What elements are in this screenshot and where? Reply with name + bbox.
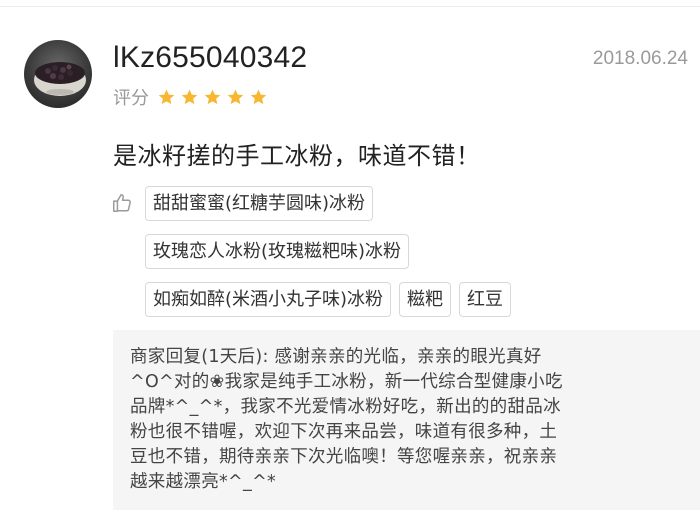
dish-tags: 甜甜蜜蜜(红糖芋圆味)冰粉 玫瑰恋人冰粉(玫瑰糍粑味)冰粉 如痴如醉(米酒小丸子味)… xyxy=(145,186,519,330)
tag-row: 甜甜蜜蜜(红糖芋圆味)冰粉 xyxy=(145,186,519,221)
star-rating xyxy=(157,88,272,107)
avatar[interactable] xyxy=(24,40,92,108)
reply-line: 品牌*^_^*，我家不光爱情冰粉好吃，新出的的甜品冰 xyxy=(130,397,561,417)
review-date: 2018.06.24 xyxy=(592,48,688,69)
rating-label: 评分 xyxy=(113,88,149,109)
dish-tag[interactable]: 甜甜蜜蜜(红糖芋圆味)冰粉 xyxy=(145,186,374,221)
dish-tag[interactable]: 玫瑰恋人冰粉(玫瑰糍粑味)冰粉 xyxy=(145,234,410,269)
reply-line: ^O^对的❀我家是纯手工冰粉，新一代综合型健康小吃 xyxy=(130,372,563,392)
review-text: 是冰籽搓的手工冰粉，味道不错！ xyxy=(113,142,481,170)
star-icon xyxy=(227,89,244,104)
merchant-reply-text: 商家回复(1天后): 感谢亲亲的光临，亲亲的眼光真好 ^O^对的❀我家是纯手工冰粉… xyxy=(130,345,680,495)
avatar-bowl-image xyxy=(34,62,86,96)
star-icon xyxy=(250,89,267,104)
tag-row: 玫瑰恋人冰粉(玫瑰糍粑味)冰粉 xyxy=(145,234,519,269)
thumbs-up-icon[interactable] xyxy=(111,192,133,214)
star-icon xyxy=(158,89,175,104)
top-divider xyxy=(0,6,700,7)
rating-row: 评分 xyxy=(113,84,272,110)
reply-line: 粉也很不错喔，欢迎下次再来品尝，味道有很多种，土 xyxy=(130,422,558,442)
reply-line: 商家回复(1天后): 感谢亲亲的光临，亲亲的眼光真好 xyxy=(130,347,542,367)
reply-line: 越来越漂亮*^_^* xyxy=(130,472,277,492)
dish-tag[interactable]: 糍粑 xyxy=(399,282,452,317)
tag-row: 如痴如醉(米酒小丸子味)冰粉 糍粑 红豆 xyxy=(145,282,519,317)
reply-line: 豆也不错，期待亲亲下次光临噢！等您喔亲亲，祝亲亲 xyxy=(130,447,558,467)
username[interactable]: lKz655040342 xyxy=(113,41,307,75)
star-icon xyxy=(204,89,221,104)
merchant-reply: 商家回复(1天后): 感谢亲亲的光临，亲亲的眼光真好 ^O^对的❀我家是纯手工冰粉… xyxy=(113,330,700,510)
dish-tag[interactable]: 如痴如醉(米酒小丸子味)冰粉 xyxy=(145,282,392,317)
star-icon xyxy=(181,89,198,104)
dish-tag[interactable]: 红豆 xyxy=(459,282,512,317)
